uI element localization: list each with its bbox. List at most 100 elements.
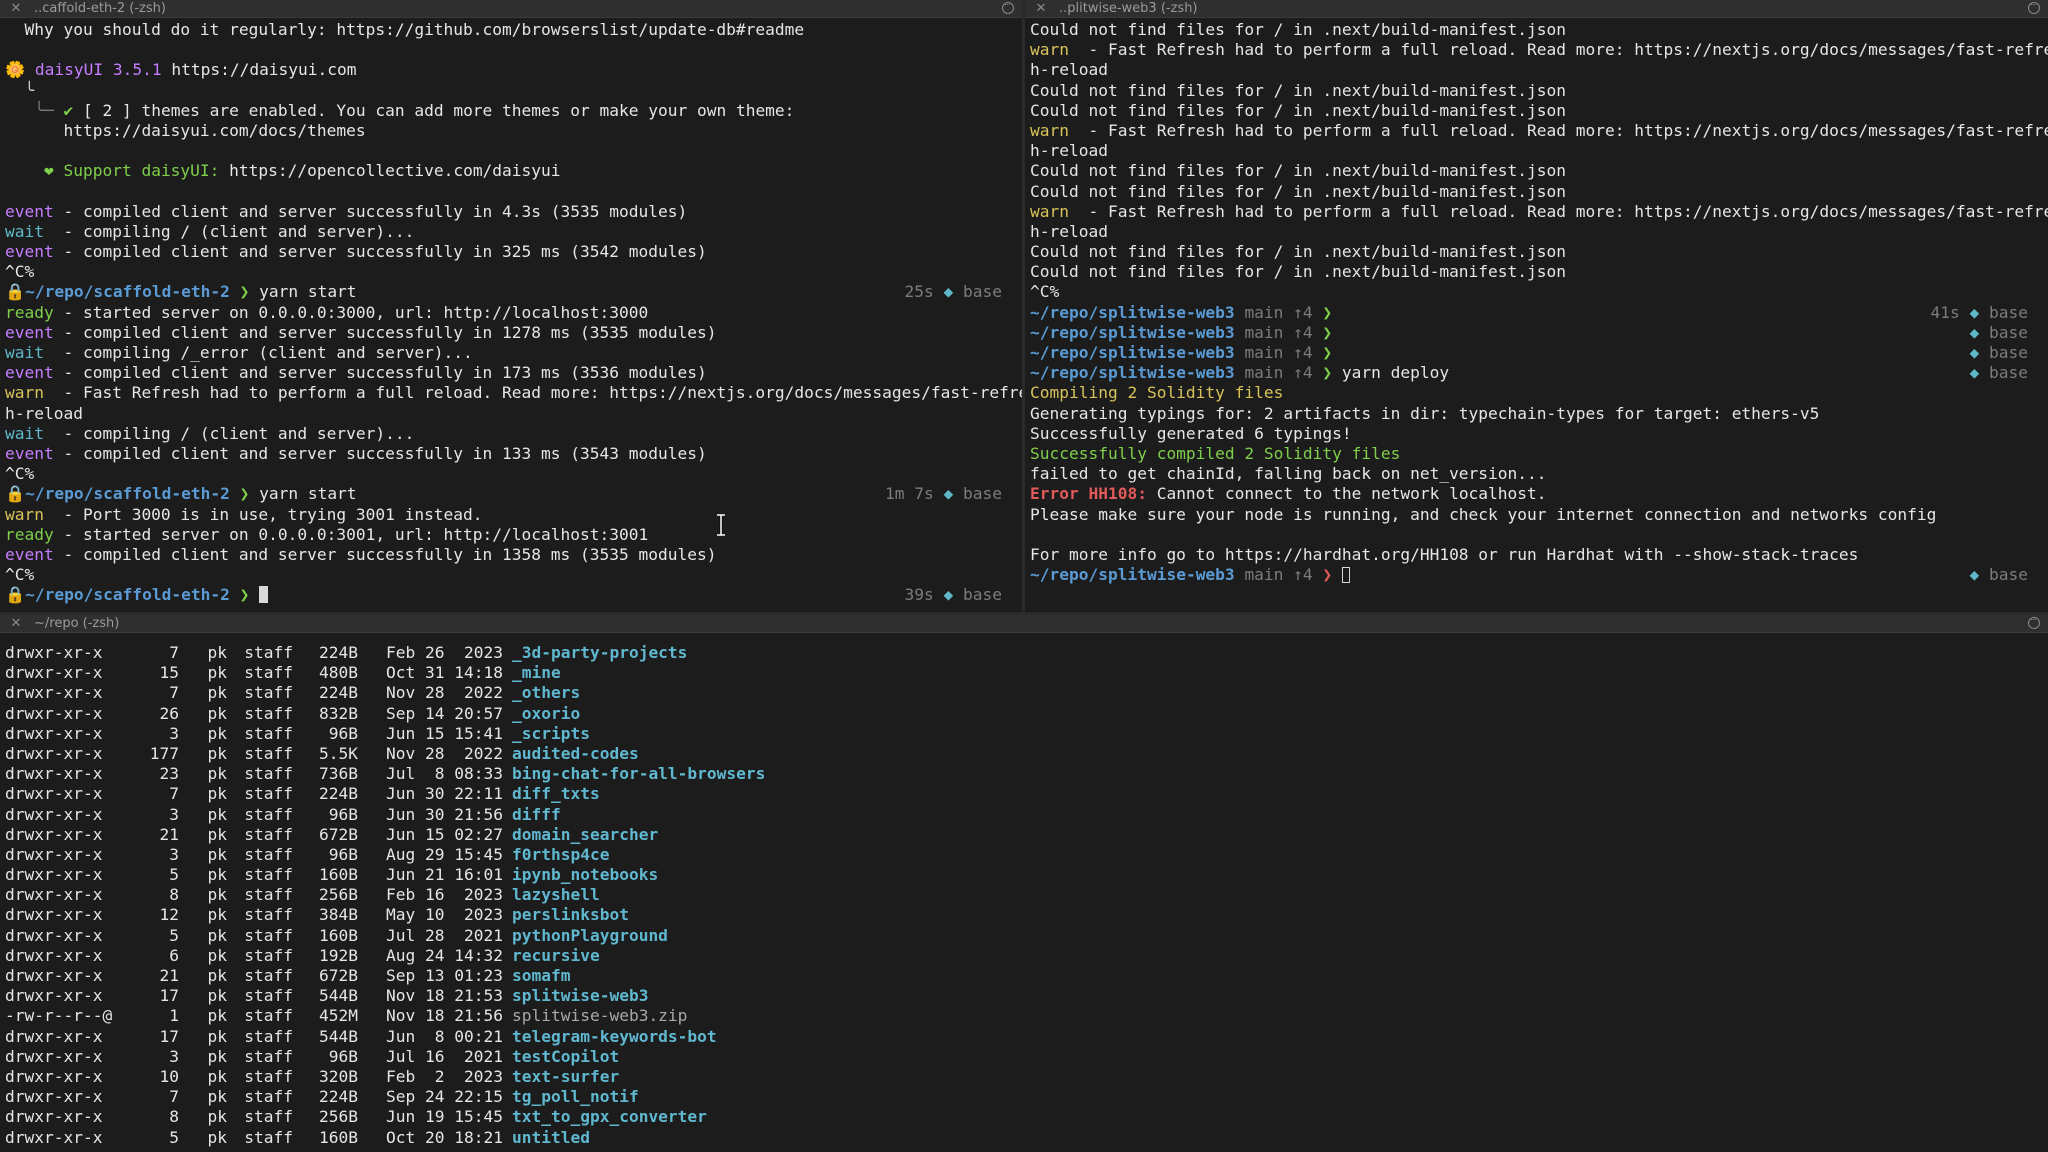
conda-env-name: base [1989,302,2028,322]
ls-row: drwxr-xr-x 8 pk staff 256B Jun 19 15:45 txt_to… [5,1107,2048,1127]
prompt-path-dir: splitwise-web3 [1098,565,1235,585]
close-icon[interactable]: ✕ [8,0,24,17]
pane-titlebar-left[interactable]: ✕ ..caffold-eth-2 (-zsh) [0,0,1022,18]
close-icon[interactable]: ✕ [8,615,24,632]
ls-links: 3 [169,844,179,864]
terminal-pane-bottom[interactable]: ✕ ~/repo (-zsh) drwxr-xr-x7pkstaff224BFe… [0,615,2048,1152]
more-options-icon[interactable] [2028,0,2040,14]
ls-entry-name[interactable]: audited-codes [512,744,639,764]
conda-env-name: base [963,282,1002,302]
terminal-pane-left[interactable]: ✕ ..caffold-eth-2 (-zsh) Why you should … [0,0,1022,612]
ls-group: staff [244,784,293,804]
prompt-line: ~/repo/splitwise-web3 main ↑4 ❯ ◆ base [1030,565,2048,585]
prompt-arrow-icon: ❯ [1322,343,1333,362]
terminal-output[interactable]: Why you should do it regularly: https://… [5,20,1022,605]
output-line: ^C% [1030,282,2048,302]
ls-entry-name[interactable]: somafm [512,966,570,986]
prompt-line: 🔒~/repo/scaffold-eth-2 ❯ 39s ◆ base [5,585,1022,605]
ls-entry-name[interactable]: text-surfer [512,1067,619,1087]
ls-entry-name[interactable]: ipynb_notebooks [512,865,658,885]
ls-group: staff [244,643,293,662]
ls-size: 672B [319,966,358,985]
ls-entry-name[interactable]: difff [512,805,561,825]
ls-permissions: drwxr-xr-x [5,885,103,905]
output-line: ready - started server on 0.0.0.0:3001, … [5,525,1022,545]
prompt-line: ~/repo/splitwise-web3 main ↑4 ❯ 41s ◆ ba… [1030,303,2048,323]
ls-links: 10 [159,1066,180,1086]
ls-entry-name[interactable]: lazyshell [512,885,600,905]
command-duration: 39s [904,585,934,605]
output-text: - compiling /_error (client and server).… [43,343,473,362]
ls-entry-name[interactable]: untitled [512,1128,590,1148]
pane-titlebar-right[interactable]: ✕ ..plitwise-web3 (-zsh) [1025,0,2048,18]
output-line: event - compiled client and server succe… [5,242,1022,262]
pane-titlebar-bottom[interactable]: ✕ ~/repo (-zsh) [0,615,2048,633]
ls-date: Jun 15 15:41 [386,723,503,743]
ls-permissions: -rw-r--r--@ [5,1006,113,1026]
output-text: 🌼 [5,60,35,80]
ls-entry-name[interactable]: domain_searcher [512,825,658,845]
terminal-pane-right[interactable]: ✕ ..plitwise-web3 (-zsh) Could not find … [1025,0,2048,612]
ls-row: drwxr-xr-x 23 pk staff 736B Jul 8 08:33 bing-c… [5,764,2048,784]
ls-entry-name[interactable]: splitwise-web3.zip [512,1006,687,1026]
ls-entry-name[interactable]: txt_to_gpx_converter [512,1107,707,1127]
ls-group: staff [244,1107,293,1127]
conda-env-icon: ◆ [943,484,954,504]
text-cursor[interactable] [1341,567,1350,584]
output-text: ready [5,302,54,322]
close-icon[interactable]: ✕ [1033,0,1049,17]
output-line: Could not find files for / in .next/buil… [1030,242,2048,262]
text-cursor[interactable] [259,586,269,604]
ls-owner: pk [207,986,228,1006]
ls-entry-name[interactable]: telegram-keywords-bot [512,1027,717,1047]
ls-entry-name[interactable]: _scripts [512,724,590,744]
output-line: https://daisyui.com/docs/themes [5,121,1022,141]
ls-entry-name[interactable]: _3d-party-projects [512,643,687,663]
ls-owner: pk [207,1087,228,1107]
ls-permissions: drwxr-xr-x [5,703,103,723]
ls-entry-name[interactable]: testCopilot [512,1047,619,1067]
ls-entry-name[interactable]: bing-chat-for-all-browsers [512,764,765,784]
ls-entry-name[interactable]: _oxorio [512,704,580,724]
ls-size: 224B [319,643,358,662]
output-line: warn - Fast Refresh had to perform a ful… [1030,202,2048,222]
ls-entry-name[interactable]: splitwise-web3 [512,986,648,1006]
prompt-path-prefix: ~/repo/ [1030,343,1099,362]
output-line: ╰─ ✔ [ 2 ] themes are enabled. You can a… [5,101,1022,121]
output-line: Successfully generated 6 typings! [1030,424,2048,444]
ls-date: Jun 30 22:11 [386,784,503,804]
output-text: h-reload [1030,141,1108,161]
output-text: https://opencollective.com/daisyui [229,161,561,181]
output-line: h-reload [1030,222,2048,242]
ls-entry-name[interactable]: f0rthsp4ce [512,845,609,865]
ls-entry-name[interactable]: tg_poll_notif [512,1087,639,1107]
ls-entry-name[interactable]: pythonPlayground [512,926,668,946]
output-text: - Fast Refresh had to perform a full rel… [1068,40,2048,60]
output-line: Why you should do it regularly: https://… [5,20,1022,40]
ls-owner: pk [207,824,228,844]
ls-size: 832B [319,703,358,723]
ls-row: drwxr-xr-x 177 pk staff 5.5K Nov 28 2022 audit… [5,744,2048,764]
ls-group: staff [244,804,293,824]
prompt-arrow-icon: ❯ [239,484,250,504]
output-text: event [5,242,54,262]
ls-permissions: drwxr-xr-x [5,966,103,985]
ls-links: 3 [169,804,179,824]
prompt-line: 🔒~/repo/scaffold-eth-2 ❯ yarn start 25s ◆… [5,282,1022,302]
conda-env-name: base [963,484,1002,504]
ls-entry-name[interactable]: _mine [512,663,561,683]
ls-links: 7 [169,784,179,804]
ls-date: Nov 28 2022 [386,683,503,703]
more-options-icon[interactable] [1002,0,1014,14]
ls-size: 224B [319,784,358,804]
ls-date: Oct 31 14:18 [386,663,503,683]
output-line: h-reload [1030,141,2048,161]
terminal-output[interactable]: Could not find files for / in .next/buil… [1030,20,2048,585]
ls-entry-name[interactable]: diff_txts [512,784,600,804]
ls-listing[interactable]: drwxr-xr-x 7 pk staff 224B Feb 26 2023 _3d-par… [5,643,2048,1148]
more-options-icon[interactable] [2028,615,2040,629]
prompt-line: ~/repo/splitwise-web3 main ↑4 ❯ ◆ base [1030,343,2048,363]
ls-entry-name[interactable]: perslinksbot [512,905,629,925]
ls-entry-name[interactable]: recursive [512,946,600,966]
ls-entry-name[interactable]: _others [512,683,580,703]
